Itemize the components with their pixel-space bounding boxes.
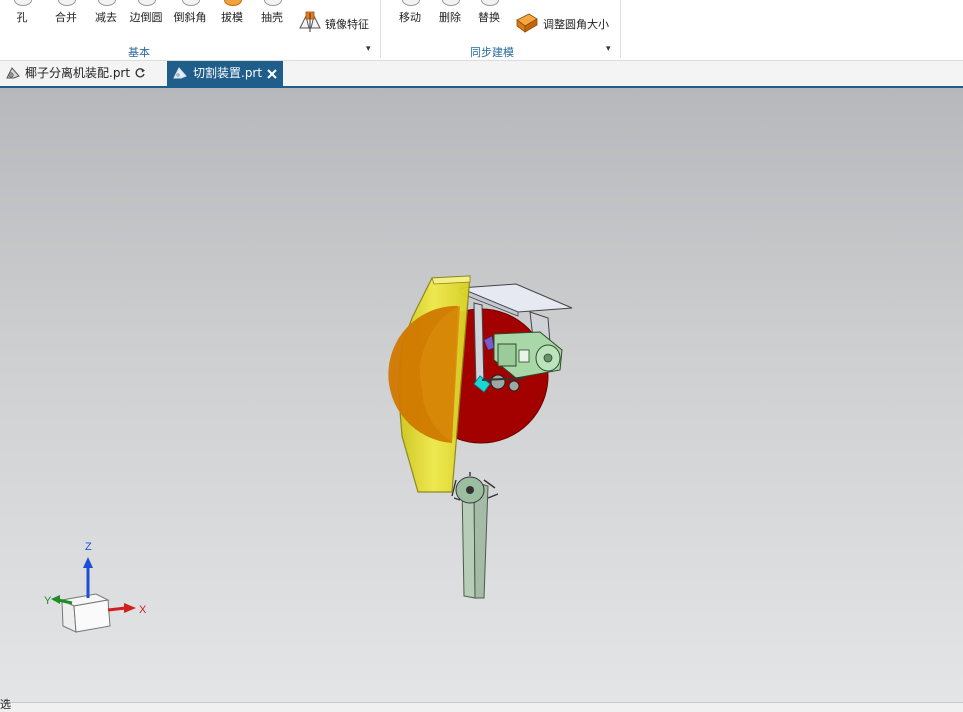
mirror-feature-label: 镜像特征 (325, 18, 369, 31)
cutting-assembly-model[interactable] (388, 275, 573, 599)
replace-face-icon (481, 0, 499, 6)
status-text: 选 (0, 698, 11, 711)
x-axis (107, 606, 127, 612)
refresh-icon[interactable] (135, 68, 146, 79)
tab-assembly-label: 椰子分离机装配.prt (25, 66, 131, 80)
hole-icon (14, 0, 32, 6)
delete-face-button[interactable]: 删除 (432, 0, 468, 30)
z-axis-arrow (83, 557, 93, 568)
shell-label: 抽壳 (261, 11, 283, 24)
part-file-icon (173, 67, 187, 79)
tab-cutting-device[interactable]: 切割装置.prt (167, 61, 283, 86)
basic-group-expand-icon[interactable]: ▾ (366, 44, 371, 54)
resize-blend-icon (516, 13, 538, 33)
delete-face-label: 删除 (439, 11, 461, 24)
orientation-triad: Z X Y (44, 541, 147, 633)
chamfer-button[interactable]: 倒斜角 (170, 0, 210, 30)
draft-icon (224, 0, 242, 6)
tab-assembly[interactable]: 椰子分离机装配.prt (0, 61, 164, 86)
edge-blend-button[interactable]: 边倒圆 (126, 0, 166, 30)
subtract-label: 减去 (95, 11, 117, 24)
resize-blend-label: 调整圆角大小 (543, 18, 609, 31)
unite-button[interactable]: 合并 (48, 0, 84, 30)
lower-pulley-hub (466, 486, 474, 494)
motor-shaft (543, 353, 553, 363)
subtract-button[interactable]: 减去 (88, 0, 124, 30)
bracket-post (473, 302, 485, 389)
resize-blend-button[interactable]: 调整圆角大小 (515, 10, 615, 36)
x-axis-arrow (124, 603, 136, 613)
move-face-button[interactable]: 移动 (392, 0, 428, 30)
unite-label: 合并 (55, 11, 77, 24)
graphics-viewport[interactable]: Z X Y (0, 88, 963, 702)
hole-label: 孔 (16, 11, 28, 24)
edge-blend-label: 边倒圆 (129, 11, 163, 24)
x-axis-label: X (139, 604, 147, 616)
mirror-feature-button[interactable]: 镜像特征 (297, 10, 377, 36)
group-divider (380, 0, 381, 58)
sync-group-expand-icon[interactable]: ▾ (606, 44, 611, 54)
shell-button[interactable]: 抽壳 (254, 0, 290, 30)
z-axis-label: Z (85, 541, 92, 553)
y-axis-label: Y (44, 595, 52, 607)
chamfer-icon (182, 0, 200, 6)
mirror-feature-icon (299, 11, 321, 32)
motor-terminal-box (497, 343, 517, 367)
delete-face-icon (442, 0, 460, 6)
triad-cube-side (73, 599, 111, 633)
model-canvas: Z X Y (44, 275, 573, 633)
chamfer-label: 倒斜角 (173, 11, 207, 24)
move-face-icon (402, 0, 420, 6)
replace-face-button[interactable]: 替换 (471, 0, 507, 30)
hole-button[interactable]: 孔 (6, 0, 38, 30)
ribbon-toolbar: 孔 合并 减去 边倒圆 倒斜角 拔模 抽壳 镜像特征 基本 ▾ 移动 删除 替换… (0, 0, 963, 61)
tab-cutting-device-label: 切割装置.prt (193, 66, 263, 80)
sync-group-label: 同步建模 (470, 46, 514, 59)
draft-button[interactable]: 拔模 (214, 0, 250, 30)
y-axis-arrow (51, 595, 60, 604)
basic-group-label: 基本 (128, 46, 150, 59)
draft-label: 拔模 (221, 11, 243, 24)
unite-icon (58, 0, 76, 6)
part-file-icon (6, 67, 20, 79)
document-tab-bar: 椰子分离机装配.prt 切割装置.prt (0, 61, 963, 88)
idler-pulley (508, 380, 520, 392)
close-icon[interactable] (267, 69, 277, 79)
motor-coupling (518, 349, 530, 363)
subtract-icon (98, 0, 116, 6)
replace-face-label: 替换 (478, 11, 500, 24)
shell-icon (264, 0, 282, 6)
edge-blend-icon (138, 0, 156, 6)
move-face-label: 移动 (399, 11, 421, 24)
drive-pulley (490, 374, 506, 390)
group-divider (620, 0, 621, 58)
